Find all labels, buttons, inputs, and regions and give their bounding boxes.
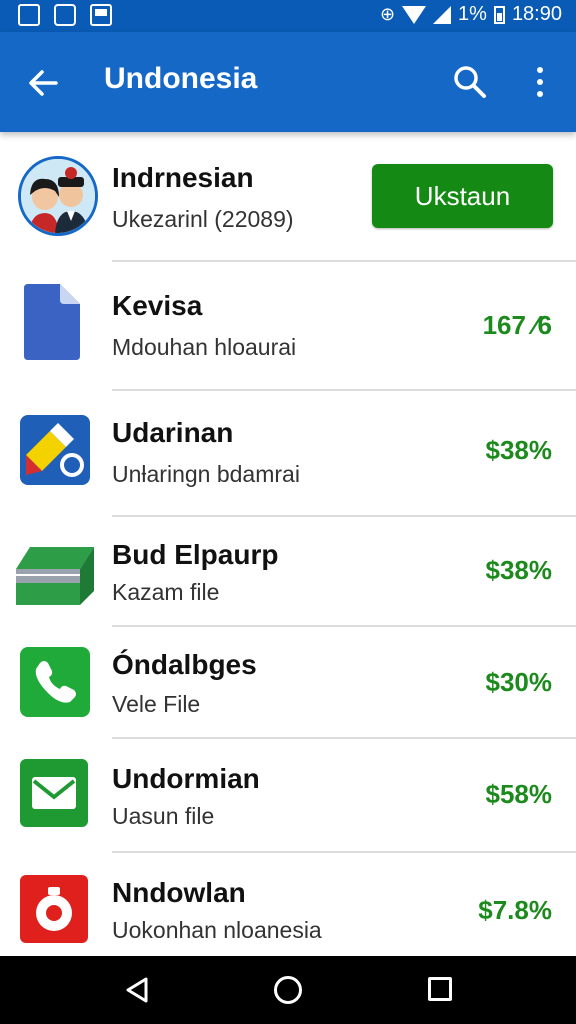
navigation-bar <box>0 956 576 1024</box>
signal-icon <box>433 5 452 24</box>
document-icon <box>24 284 80 360</box>
item-value: $7.8% <box>478 895 552 925</box>
back-arrow-icon[interactable] <box>26 65 62 101</box>
item-subtitle: Vele File <box>112 691 201 717</box>
list-item[interactable]: Óndalbges Vele File $30% <box>0 627 576 737</box>
item-name: Óndalbges <box>112 649 257 680</box>
mail-icon <box>20 759 88 827</box>
item-value: $38% <box>485 435 553 465</box>
pencil-app-icon <box>20 415 90 485</box>
item-name: Undormian <box>112 763 260 794</box>
nav-back-icon[interactable] <box>124 976 150 1004</box>
item-subtitle: Mdouhan hloaurai <box>112 334 297 360</box>
item-value: $38% <box>485 555 553 585</box>
list-item[interactable]: Bud Elpaurp Kazam file $38% <box>0 517 576 625</box>
music-notification-icon <box>18 4 40 26</box>
timer-icon <box>20 875 88 943</box>
avatar <box>18 156 98 236</box>
item-subtitle: Unƚaringn bdamrai <box>112 461 300 487</box>
sim-card-icon <box>54 4 76 26</box>
more-options-icon[interactable] <box>530 64 550 100</box>
file-stack-icon <box>16 547 94 605</box>
item-subtitle: Uasun file <box>112 803 215 829</box>
phone-icon <box>20 647 90 717</box>
nav-recents-icon[interactable] <box>428 977 452 1001</box>
list-item[interactable]: Undormian Uasun file $58% <box>0 739 576 851</box>
page-title: Undonesia <box>104 62 258 95</box>
profile-name: Indrnesian <box>112 162 254 193</box>
item-name: Bud Elpaurp <box>112 539 279 570</box>
item-subtitle: Uokonhan nloanesia <box>112 917 322 943</box>
profile-row[interactable]: Indrnesian Ukezarinl (22089) Ukstaun <box>0 132 576 262</box>
search-icon[interactable] <box>452 64 488 100</box>
item-value: $58% <box>485 779 553 809</box>
app-bar: Undonesia <box>0 32 576 132</box>
data-saver-icon: ⊕ <box>379 4 396 24</box>
item-value: $30% <box>485 667 553 697</box>
item-value: 167 ⁄6 <box>482 310 552 340</box>
profile-subtitle: Ukezarinl (22089) <box>112 206 294 232</box>
clock: 18:90 <box>511 3 562 25</box>
battery-icon <box>493 5 505 24</box>
item-name: Kevisa <box>112 290 203 321</box>
list-item[interactable]: Kevisa Mdouhan hloaurai 167 ⁄6 <box>0 262 576 390</box>
image-notification-icon <box>90 4 112 26</box>
nav-home-icon[interactable] <box>274 976 302 1004</box>
status-bar: ⊕ 1% 18:90 <box>0 0 576 32</box>
list-item[interactable]: Udarinan Unƚaringn bdamrai $38% <box>0 391 576 515</box>
item-name: Udarinan <box>112 417 234 448</box>
battery-percent: 1% <box>458 3 487 25</box>
item-name: Nndowlan <box>112 877 246 908</box>
wifi-icon <box>402 5 427 24</box>
list-item[interactable]: Nndowlan Uokonhan nloanesia $7.8% <box>0 853 576 957</box>
item-subtitle: Kazam file <box>112 579 220 605</box>
action-button[interactable]: Ukstaun <box>372 164 553 228</box>
